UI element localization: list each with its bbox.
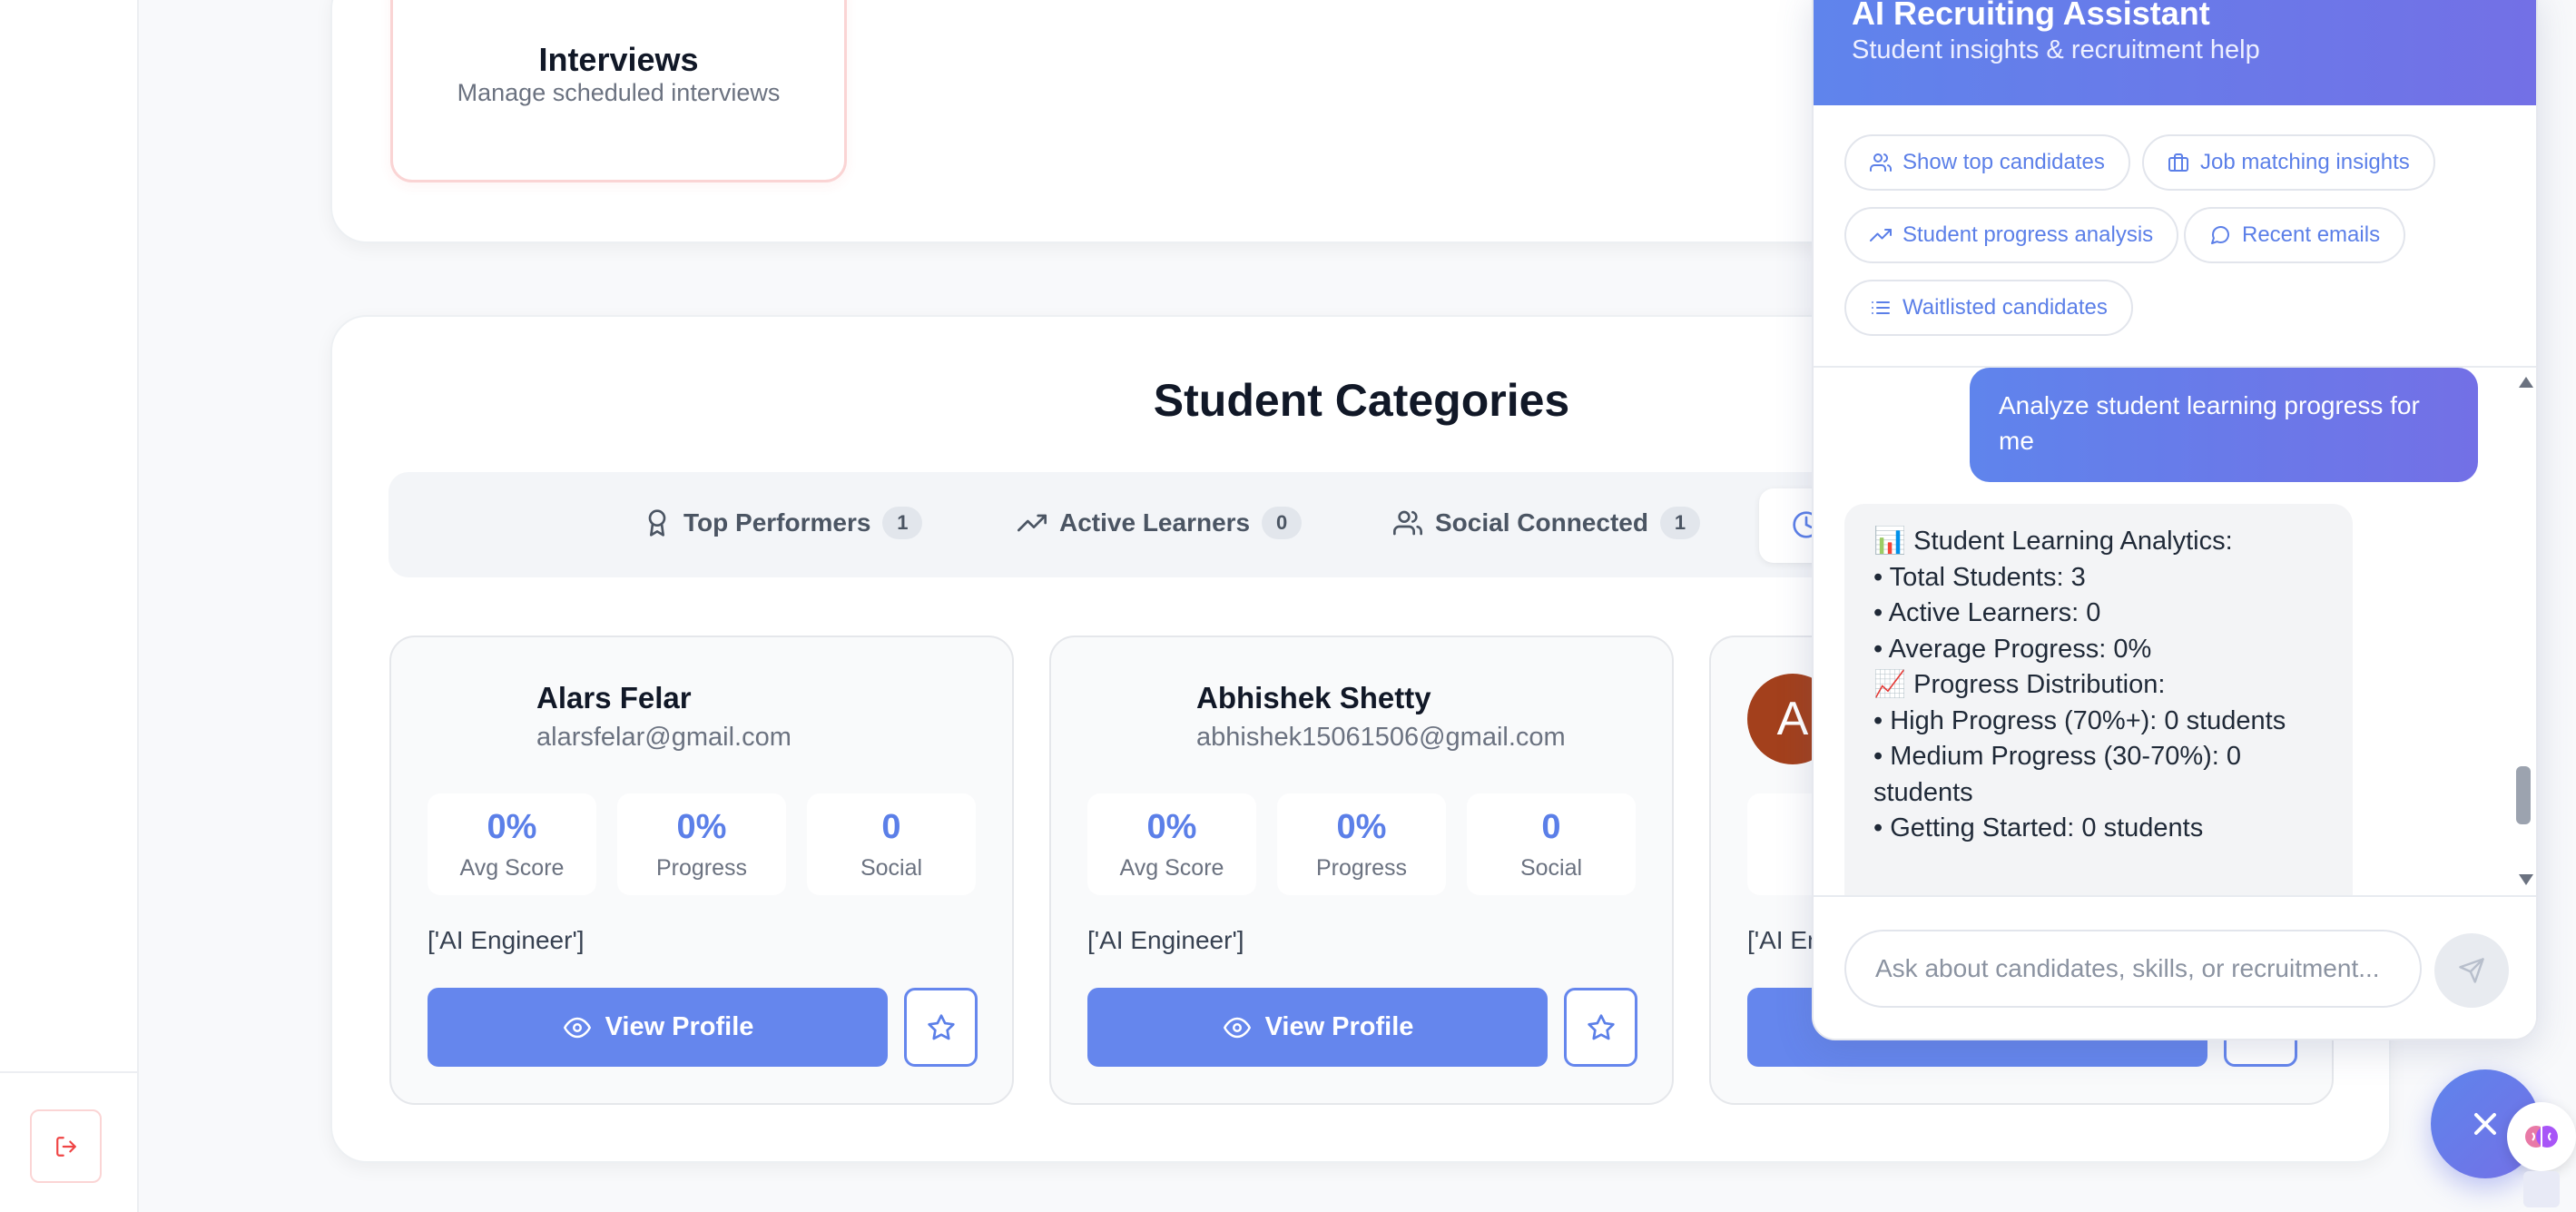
sidebar-divider [0,1071,139,1073]
interviews-subtitle: Manage scheduled interviews [457,79,781,106]
tab-label: Active Learners [1059,508,1251,537]
stat-social: 0 Social [807,793,976,895]
eye-icon [1222,1014,1253,1041]
chip-show-top-candidates[interactable]: Show top candidates [1844,134,2130,191]
trending-up-icon [1017,508,1047,537]
stat-social: 0 Social [1467,793,1636,895]
tab-top-performers[interactable]: Top Performers 1 [643,507,923,539]
chat-input[interactable] [1844,930,2422,1008]
student-email: abhishek15061506@gmail.com [1196,723,1566,752]
stat-value: 0% [1146,808,1197,846]
student-name: Abhishek Shetty [1196,681,1431,714]
view-profile-button[interactable]: View Profile [428,988,888,1067]
chip-label: Show top candidates [1903,150,2105,174]
logout-icon [54,1135,78,1158]
stat-progress: 0% Progress [617,793,786,895]
stat-label: Progress [655,855,748,881]
stat-progress: 0% Progress [1277,793,1446,895]
student-card: Abhishek Shetty abhishek15061506@gmail.c… [1049,636,1674,1105]
message-line: • Active Learners: 0 [1873,598,2101,627]
student-name: Alars Felar [536,681,692,714]
star-icon [1587,1013,1616,1042]
brain-icon-button[interactable] [2507,1102,2576,1171]
message-line: • High Progress (70%+): 0 students [1873,705,2286,735]
chip-label: Student progress analysis [1903,222,2154,247]
message-line: • Total Students: 3 [1873,562,2086,592]
stat-label: Progress [1315,855,1408,881]
briefcase-icon [2168,152,2189,173]
view-profile-label: View Profile [1264,1012,1414,1041]
ai-assistant-panel: AI Recruiting Assistant Student insights… [1812,0,2538,1040]
message-line: 📊 Student Learning Analytics: [1873,527,2233,556]
tab-active-learners[interactable]: Active Learners 0 [1017,507,1303,539]
assistant-header: AI Recruiting Assistant Student insights… [1814,0,2536,105]
chat-input-bar [1814,895,2536,1039]
student-roles: ['AI Engineer'] [428,926,585,954]
assistant-subtitle: Student insights & recruitment help [1852,35,2260,64]
close-icon [2467,1106,2503,1142]
eye-icon [562,1014,593,1041]
message-line: 📈 Progress Distribution: [1873,670,2166,699]
student-roles: ['AI En [1747,926,1822,954]
section-title: Student Categories [1153,375,1570,426]
view-profile-label: View Profile [605,1012,754,1041]
logout-button[interactable] [30,1109,102,1183]
resize-handle[interactable] [2523,1171,2560,1207]
stat-avg-score: 0% Avg Score [1087,793,1256,895]
users-icon [1870,152,1892,173]
tab-social-connected[interactable]: Social Connected 1 [1392,507,1700,539]
view-profile-button[interactable]: View Profile [1087,988,1548,1067]
student-email: alarsfelar@gmail.com [536,723,791,752]
chip-student-progress-analysis[interactable]: Student progress analysis [1844,207,2179,263]
chip-waitlisted-candidates[interactable]: Waitlisted candidates [1844,280,2133,336]
list-icon [1870,297,1892,319]
send-icon [2458,957,2485,984]
tab-count-badge: 1 [1659,507,1700,539]
message-circle-icon [2209,224,2231,246]
tab-count-badge: 0 [1262,507,1303,539]
message-line: • Medium Progress (30-70%): 0 students [1873,742,2249,807]
assistant-title: AI Recruiting Assistant [1852,0,2210,32]
stat-label: Avg Score [1119,855,1224,881]
scrollbar-thumb[interactable] [2516,766,2531,824]
chip-recent-emails[interactable]: Recent emails [2184,207,2406,263]
brain-icon [2522,1117,2561,1157]
chip-label: Job matching insights [2200,150,2410,174]
tab-label: Top Performers [683,508,871,537]
stat-value: 0% [487,808,537,846]
student-roles: ['AI Engineer'] [1087,926,1244,954]
stat-label: Avg Score [459,855,565,881]
send-button[interactable] [2434,933,2509,1008]
user-message: Analyze student learning progress for me [1970,368,2478,482]
stat-value: 0% [1336,808,1387,846]
stat-label: Social [1519,855,1583,881]
student-card: Alars Felar alarsfelar@gmail.com 0% Avg S… [389,636,1014,1105]
interviews-title: Interviews [538,41,699,78]
chip-job-matching-insights[interactable]: Job matching insights [2142,134,2435,191]
stat-label: Social [860,855,923,881]
sidebar [0,0,139,1212]
stat-value: 0 [1541,808,1561,846]
stat-value: 0 [881,808,901,846]
assistant-message: 📊 Student Learning Analytics: • Total St… [1844,504,2353,895]
shortlist-button[interactable] [904,988,978,1067]
star-icon [927,1013,956,1042]
stat-avg-score: 0% Avg Score [428,793,596,895]
award-icon [643,508,672,537]
message-line: • Getting Started: 0 students [1873,813,2204,842]
stat-value: 0% [676,808,727,846]
tab-label: Social Connected [1435,508,1648,537]
shortlist-button[interactable] [1564,988,1637,1067]
users-icon [1392,508,1423,537]
trending-up-icon [1870,224,1892,246]
message-line: • Average Progress: 0% [1873,634,2152,664]
interviews-card[interactable]: Interviews Manage scheduled interviews [390,0,847,182]
chat-messages[interactable]: Analyze student learning progress for me… [1814,368,2536,895]
chip-label: Recent emails [2242,222,2381,247]
chip-label: Waitlisted candidates [1903,295,2108,320]
tab-count-badge: 1 [882,507,923,539]
